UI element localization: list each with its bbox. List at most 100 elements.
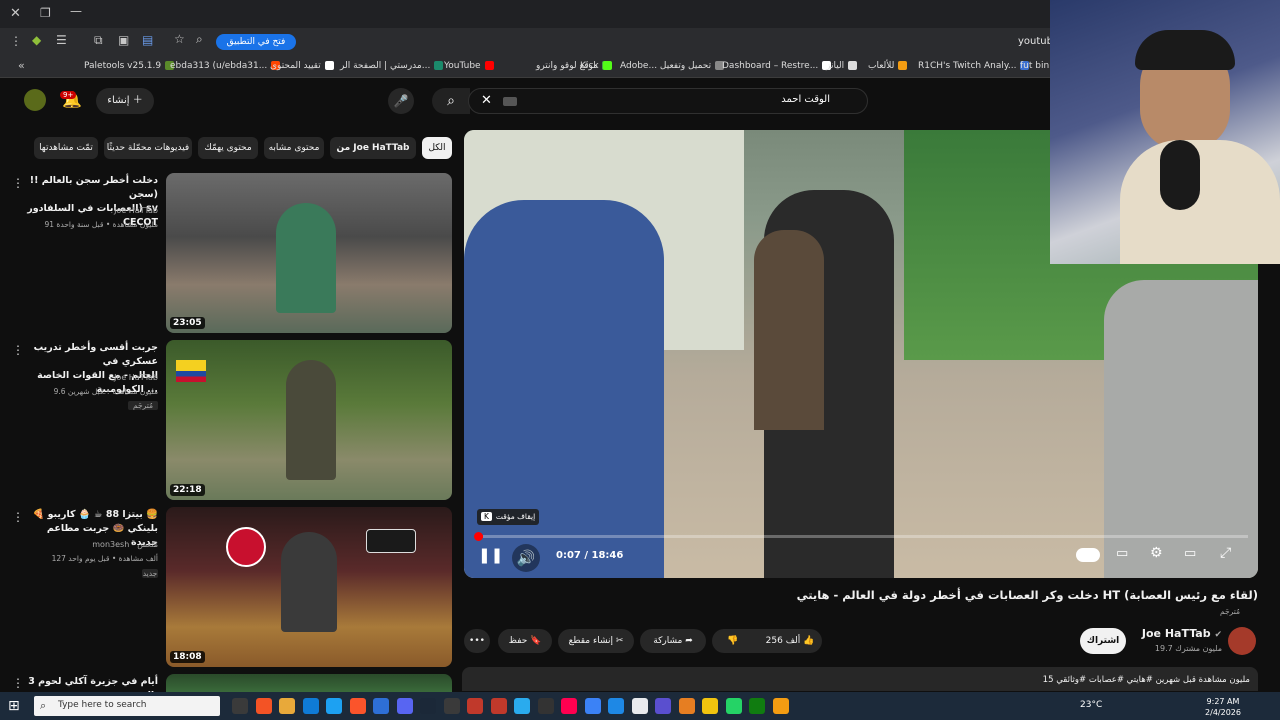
taskbar-app-icon[interactable]	[608, 698, 624, 714]
bookmark-label: Kick	[580, 61, 599, 71]
extensions-icon[interactable]: ⧉	[94, 33, 103, 48]
taskbar-app-icon[interactable]	[279, 698, 295, 714]
video-thumbnail[interactable]: 23:05	[166, 173, 452, 333]
account-avatar[interactable]	[24, 89, 46, 111]
taskbar-app-icon[interactable]	[302, 698, 319, 714]
channel-name[interactable]: Joe HaTTab ✔	[1130, 627, 1222, 640]
video-main-title: دخلت وكر العصابات في أخطر دولة في العالم…	[796, 588, 1258, 602]
bookmark-favicon-icon	[898, 61, 908, 70]
taskbar-app-icon[interactable]	[373, 698, 389, 714]
zoom-icon[interactable]: ⌕	[196, 32, 203, 47]
bookmark-item[interactable]: Dashboard – Restre...	[722, 61, 832, 71]
tune-icon[interactable]: ☰	[56, 33, 67, 47]
subscriber-count: 19.7 مليون مشترك	[1154, 644, 1222, 653]
minimize-icon[interactable]: —	[70, 4, 82, 18]
notification-badge: 9+	[60, 91, 77, 99]
subtitled-badge: مُترجَم	[1220, 607, 1241, 616]
open-in-app-button[interactable]: فتح في التطبيق	[216, 34, 296, 50]
video-thumbnail[interactable]: 18:08	[166, 507, 452, 667]
weather-temp[interactable]: 23°C	[1080, 700, 1102, 710]
taskbar-app-icon[interactable]	[772, 698, 789, 714]
create-button[interactable]: إنشاء ＋	[96, 88, 154, 114]
autoplay-toggle[interactable]	[1076, 548, 1100, 562]
search-query[interactable]: الوقت احمد	[700, 94, 830, 105]
close-icon[interactable]: ✕	[10, 6, 21, 21]
progress-scrubber[interactable]	[474, 532, 483, 541]
taskbar-app-icon[interactable]	[349, 698, 366, 714]
taskbar-app-icon[interactable]	[467, 698, 483, 714]
chip-from-channel[interactable]: من Joe HaTTab	[330, 137, 416, 159]
more-icon[interactable]: ⋮	[10, 34, 22, 48]
like-button[interactable]: 256 ألف 👍	[758, 629, 822, 653]
subtitles-icon[interactable]: ▭	[1116, 546, 1128, 561]
pause-icon[interactable]: ❚❚	[478, 546, 503, 564]
channel-avatar[interactable]	[1228, 627, 1256, 655]
volume-icon[interactable]: 🔊	[512, 544, 540, 572]
chip-related[interactable]: محتوى مشابه	[264, 137, 324, 159]
chevron-left-icon[interactable]: «	[18, 59, 25, 72]
bookmark-item[interactable]: للألعاب	[868, 61, 908, 71]
theater-mode-icon[interactable]: ▭	[1184, 546, 1196, 561]
dislike-button[interactable]: 👎	[716, 629, 750, 653]
taskbar-app-icon[interactable]	[514, 698, 530, 714]
subscribe-button[interactable]: اشتراك	[1080, 628, 1126, 654]
video-thumbnail[interactable]: 22:18	[166, 340, 452, 500]
chip-for-you[interactable]: محتوى يهمّك	[198, 137, 258, 159]
channel-name[interactable]: mon3esh - مُنعش	[20, 540, 158, 549]
bookmark-item[interactable]: Kick	[580, 61, 612, 71]
bookmark-item[interactable]: YouTube	[444, 61, 494, 71]
bookmark-item[interactable]: اليانز	[826, 61, 858, 71]
taskbar-app-icon[interactable]	[443, 698, 460, 714]
voice-search-mic-icon[interactable]: 🎤	[388, 88, 414, 114]
keyboard-icon[interactable]	[503, 97, 517, 106]
video-duration: 22:18	[170, 484, 205, 496]
bookmark-star-icon[interactable]: ☆	[174, 32, 185, 46]
taskbar-app-icon[interactable]	[490, 698, 507, 714]
taskbar-app-icon[interactable]	[561, 698, 577, 714]
bookmark-item[interactable]: Paletools v25.1.9	[84, 61, 175, 71]
settings-gear-icon[interactable]: ⚙	[1150, 545, 1163, 561]
channel-name[interactable]: Joe HaTTab	[20, 206, 158, 215]
chip-watched[interactable]: تمّت مشاهدتها	[34, 137, 98, 159]
thumbnail-figure	[286, 360, 336, 480]
extension-icon[interactable]: ◆	[32, 33, 41, 47]
taskbar-clock[interactable]: 9:27 AM 2/4/2026	[1200, 696, 1246, 718]
taskbar-app-icon[interactable]	[655, 698, 671, 714]
chip-all[interactable]: الكل	[422, 137, 452, 159]
clear-search-icon[interactable]: ✕	[481, 93, 492, 108]
fullscreen-icon[interactable]: ⤢	[1220, 545, 1231, 561]
taskbar-app-icon[interactable]	[255, 698, 272, 714]
search-icon[interactable]: ⌕	[432, 88, 470, 114]
bookmark-favicon-icon	[602, 61, 612, 70]
taskbar-app-icon[interactable]	[702, 698, 718, 714]
taskbar-app-icon[interactable]	[725, 698, 742, 714]
taskbar-app-icon[interactable]	[584, 698, 601, 714]
video-thumbnail[interactable]	[166, 674, 452, 692]
taskbar-app-icon[interactable]	[326, 698, 342, 714]
more-actions-icon[interactable]: •••	[464, 629, 490, 653]
taskbar-app-icon[interactable]	[678, 698, 695, 714]
bookmark-item[interactable]: مدرستي | الصفحة الر...	[340, 61, 444, 71]
taskbar-app-icon[interactable]	[537, 698, 554, 714]
channel-name[interactable]: Joe HaTTab	[20, 373, 158, 382]
taskbar-app-icon[interactable]	[749, 698, 765, 714]
taskbar-app-icon[interactable]	[420, 698, 436, 714]
bookmark-item[interactable]: R1CH's Twitch Analy...	[918, 61, 1030, 71]
save-button[interactable]: حفظ 🔖	[498, 629, 552, 653]
windows-start-icon[interactable]: ⊞	[8, 698, 24, 714]
clip-button[interactable]: إنشاء مقطع ✂	[558, 629, 634, 653]
taskbar-app-icon[interactable]	[631, 698, 648, 714]
chip-recently-uploaded[interactable]: فيديوهات محمّلة حديثًا	[104, 137, 192, 159]
page-icon[interactable]: ▣	[118, 33, 129, 47]
bookmark-item[interactable]: Adobe... تحميل وتفعيل	[620, 61, 725, 71]
share-button[interactable]: مشاركة ➦	[640, 629, 706, 653]
bookmark-item[interactable]: ebda313 (u/ebda31...	[170, 61, 281, 71]
clock-date: 2/4/2026	[1205, 708, 1241, 717]
translate-icon[interactable]: ▤	[142, 33, 153, 47]
taskbar-app-icon[interactable]	[232, 698, 248, 714]
taskbar-app-icon[interactable]	[396, 698, 413, 714]
progress-bar[interactable]	[478, 535, 1248, 538]
restore-icon[interactable]: ❐	[40, 6, 51, 20]
bookmark-item[interactable]: تقييد المحتوى	[270, 61, 334, 71]
bookmark-label: تقييد المحتوى	[270, 61, 321, 71]
